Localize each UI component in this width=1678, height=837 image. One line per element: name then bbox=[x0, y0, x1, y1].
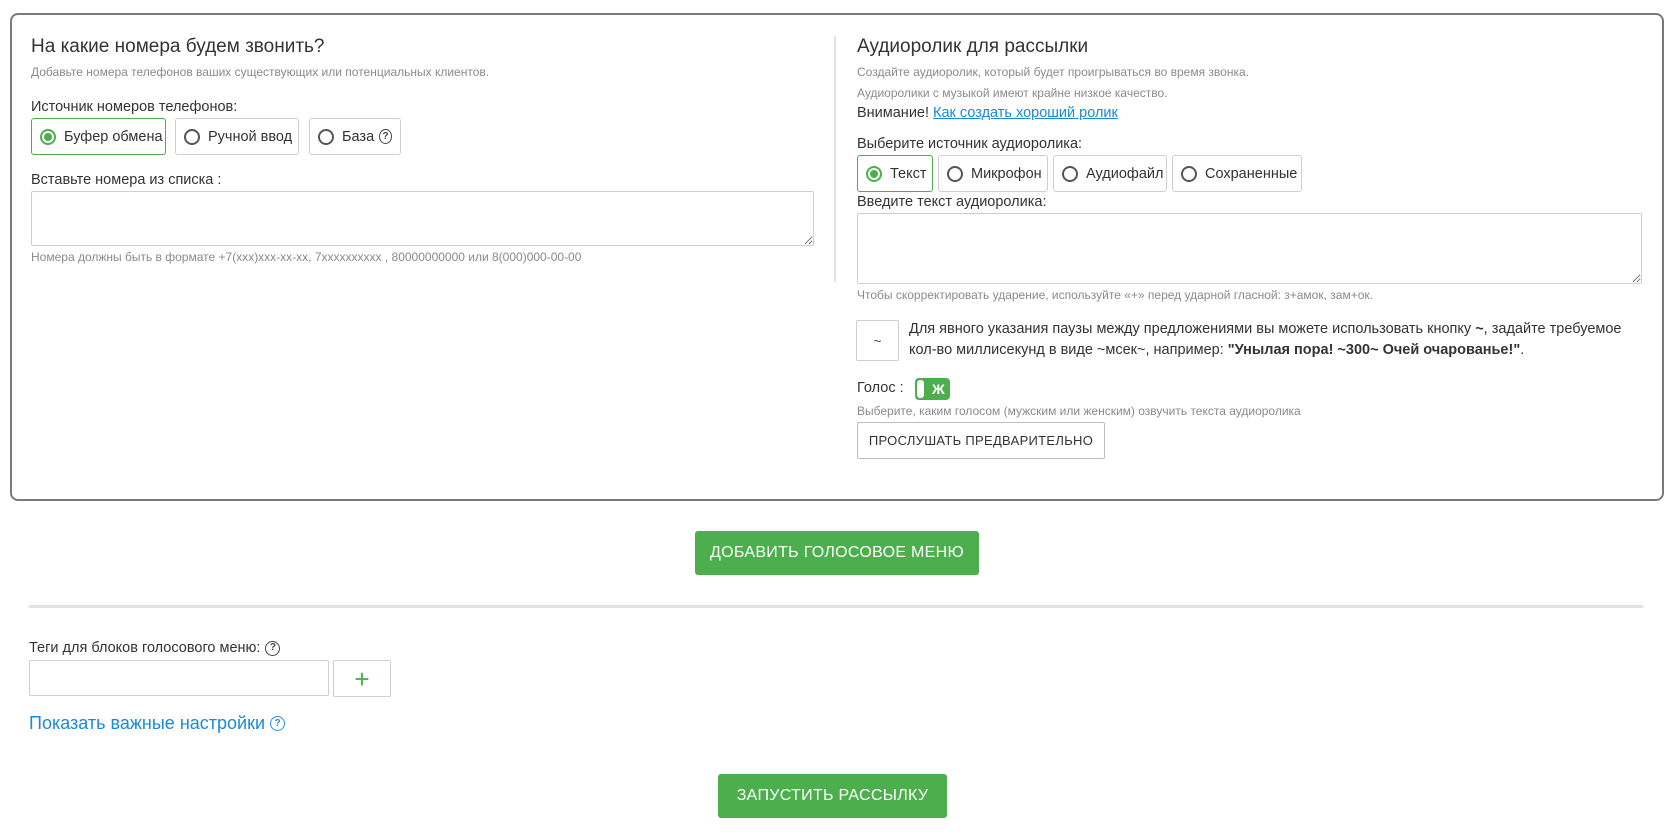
radio-unchecked-icon bbox=[318, 128, 334, 145]
audio-hint-create: Создайте аудиоролик, который будет проиг… bbox=[857, 65, 1249, 79]
how-to-create-link[interactable]: Как создать хороший ролик bbox=[933, 105, 1118, 121]
radio-label: Микрофон bbox=[971, 165, 1042, 182]
audio-hint-music: Аудиоролики с музыкой имеют крайне низко… bbox=[857, 86, 1168, 100]
add-voice-menu-button[interactable]: ДОБАВИТЬ ГОЛОСОВОЕ МЕНЮ bbox=[695, 531, 979, 575]
radio-checked-icon bbox=[866, 165, 882, 182]
attention-line: Внимание! Как создать хороший ролик bbox=[857, 105, 1118, 121]
radio-label: Буфер обмена bbox=[64, 128, 163, 145]
stress-hint: Чтобы скорректировать ударение, использу… bbox=[857, 288, 1373, 302]
voice-label: Голос : bbox=[857, 380, 904, 396]
radio-label: Сохраненные bbox=[1205, 165, 1298, 182]
section-divider bbox=[29, 605, 1643, 608]
audio-text-label: Введите текст аудиоролика: bbox=[857, 194, 1047, 210]
radio-label: База bbox=[342, 128, 375, 145]
numbers-title: На какие номера будем звонить? bbox=[31, 36, 325, 57]
tags-input[interactable] bbox=[29, 660, 329, 696]
insert-pause-button[interactable]: ~ bbox=[856, 320, 899, 361]
column-divider bbox=[834, 36, 836, 282]
help-icon[interactable]: ? bbox=[379, 129, 392, 144]
tags-label: Теги для блоков голосового меню: bbox=[29, 640, 261, 656]
audio-source-text-radio[interactable]: Текст bbox=[857, 155, 933, 192]
pause-instructions: Для явного указания паузы между предложе… bbox=[909, 321, 1622, 358]
source-manual-radio[interactable]: Ручной ввод bbox=[175, 118, 299, 155]
paste-numbers-textarea[interactable] bbox=[31, 191, 814, 246]
radio-unchecked-icon bbox=[1062, 165, 1078, 182]
help-icon[interactable]: ? bbox=[270, 716, 286, 731]
radio-unchecked-icon bbox=[947, 165, 963, 182]
source-clipboard-radio[interactable]: Буфер обмена bbox=[31, 118, 166, 155]
show-settings-label: Показать важные настройки bbox=[29, 713, 266, 733]
radio-label: Ручной ввод bbox=[208, 128, 293, 145]
source-database-radio[interactable]: База ? bbox=[309, 118, 401, 155]
radio-checked-icon bbox=[40, 128, 56, 145]
toggle-knob bbox=[917, 380, 924, 398]
radio-unchecked-icon bbox=[184, 128, 200, 145]
audio-text-textarea[interactable] bbox=[857, 213, 1642, 284]
audio-source-file-radio[interactable]: Аудиофайл bbox=[1053, 155, 1167, 192]
paste-numbers-label: Вставьте номера из списка : bbox=[31, 172, 222, 188]
audio-title: Аудиоролик для рассылки bbox=[857, 36, 1089, 57]
radio-unchecked-icon bbox=[1181, 165, 1197, 182]
audio-source-microphone-radio[interactable]: Микрофон bbox=[938, 155, 1048, 192]
show-settings-link[interactable]: Показать важные настройки ? bbox=[29, 713, 286, 734]
audio-source-saved-radio[interactable]: Сохраненные bbox=[1172, 155, 1302, 192]
radio-label: Текст bbox=[890, 165, 927, 182]
audio-source-label: Выберите источник аудиоролика: bbox=[857, 136, 1083, 152]
numbers-format-hint: Номера должны быть в формате +7(xxx)xxx-… bbox=[31, 250, 582, 264]
add-tag-button[interactable]: + bbox=[333, 660, 391, 697]
phone-source-label: Источник номеров телефонов: bbox=[31, 99, 238, 115]
launch-campaign-button[interactable]: ЗАПУСТИТЬ РАССЫЛКУ bbox=[718, 774, 947, 818]
voice-gender-toggle[interactable]: Ж bbox=[915, 378, 950, 400]
tags-label-row: Теги для блоков голосового меню: ? bbox=[29, 640, 281, 656]
radio-label: Аудиофайл bbox=[1086, 165, 1164, 182]
numbers-subtitle: Добавьте номера телефонов ваших существу… bbox=[31, 65, 490, 79]
voice-hint: Выберите, каким голосом (мужским или жен… bbox=[857, 404, 1301, 418]
preview-audio-button[interactable]: ПРОСЛУШАТЬ ПРЕДВАРИТЕЛЬНО bbox=[857, 422, 1105, 459]
voice-gender-value: Ж bbox=[932, 381, 945, 397]
attention-label: Внимание! bbox=[857, 105, 930, 121]
help-icon[interactable]: ? bbox=[265, 640, 281, 656]
